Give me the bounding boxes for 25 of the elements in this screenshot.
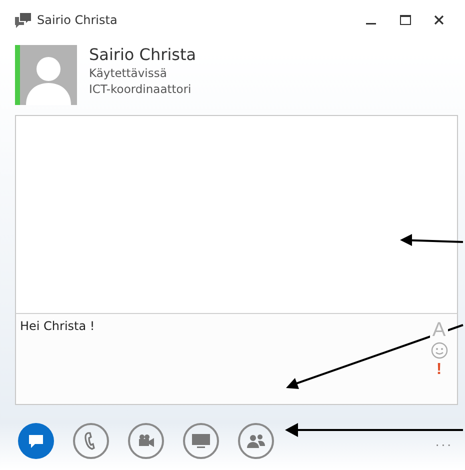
important-button[interactable]: ! — [436, 361, 442, 379]
call-button[interactable] — [73, 423, 109, 459]
monitor-icon — [191, 433, 211, 449]
contact-status: Käytettävissä — [89, 65, 168, 81]
font-button[interactable]: A — [430, 320, 448, 340]
more-options-button[interactable]: ... — [435, 433, 453, 449]
screen-share-button[interactable] — [183, 423, 219, 459]
contact-name: Sairio Christa — [89, 45, 196, 65]
chat-button[interactable] — [18, 423, 54, 459]
people-button[interactable] — [238, 423, 274, 459]
maximize-icon — [400, 15, 410, 25]
contact-job-title: ICT-koordinaattori — [89, 81, 192, 97]
people-icon — [246, 433, 266, 449]
phone-icon — [84, 432, 98, 450]
chat-bubbles-icon — [15, 12, 31, 28]
speech-bubble-icon — [28, 434, 44, 448]
video-button[interactable] — [128, 423, 164, 459]
smiley-icon[interactable] — [430, 342, 448, 359]
video-camera-icon — [137, 434, 155, 448]
window-title: Sairio Christa — [37, 13, 118, 27]
message-input[interactable]: Hei Christa ! — [15, 314, 421, 405]
presence-bar — [15, 45, 20, 105]
arrow — [400, 234, 464, 246]
close-icon — [434, 15, 444, 25]
minimize-icon — [366, 23, 376, 25]
